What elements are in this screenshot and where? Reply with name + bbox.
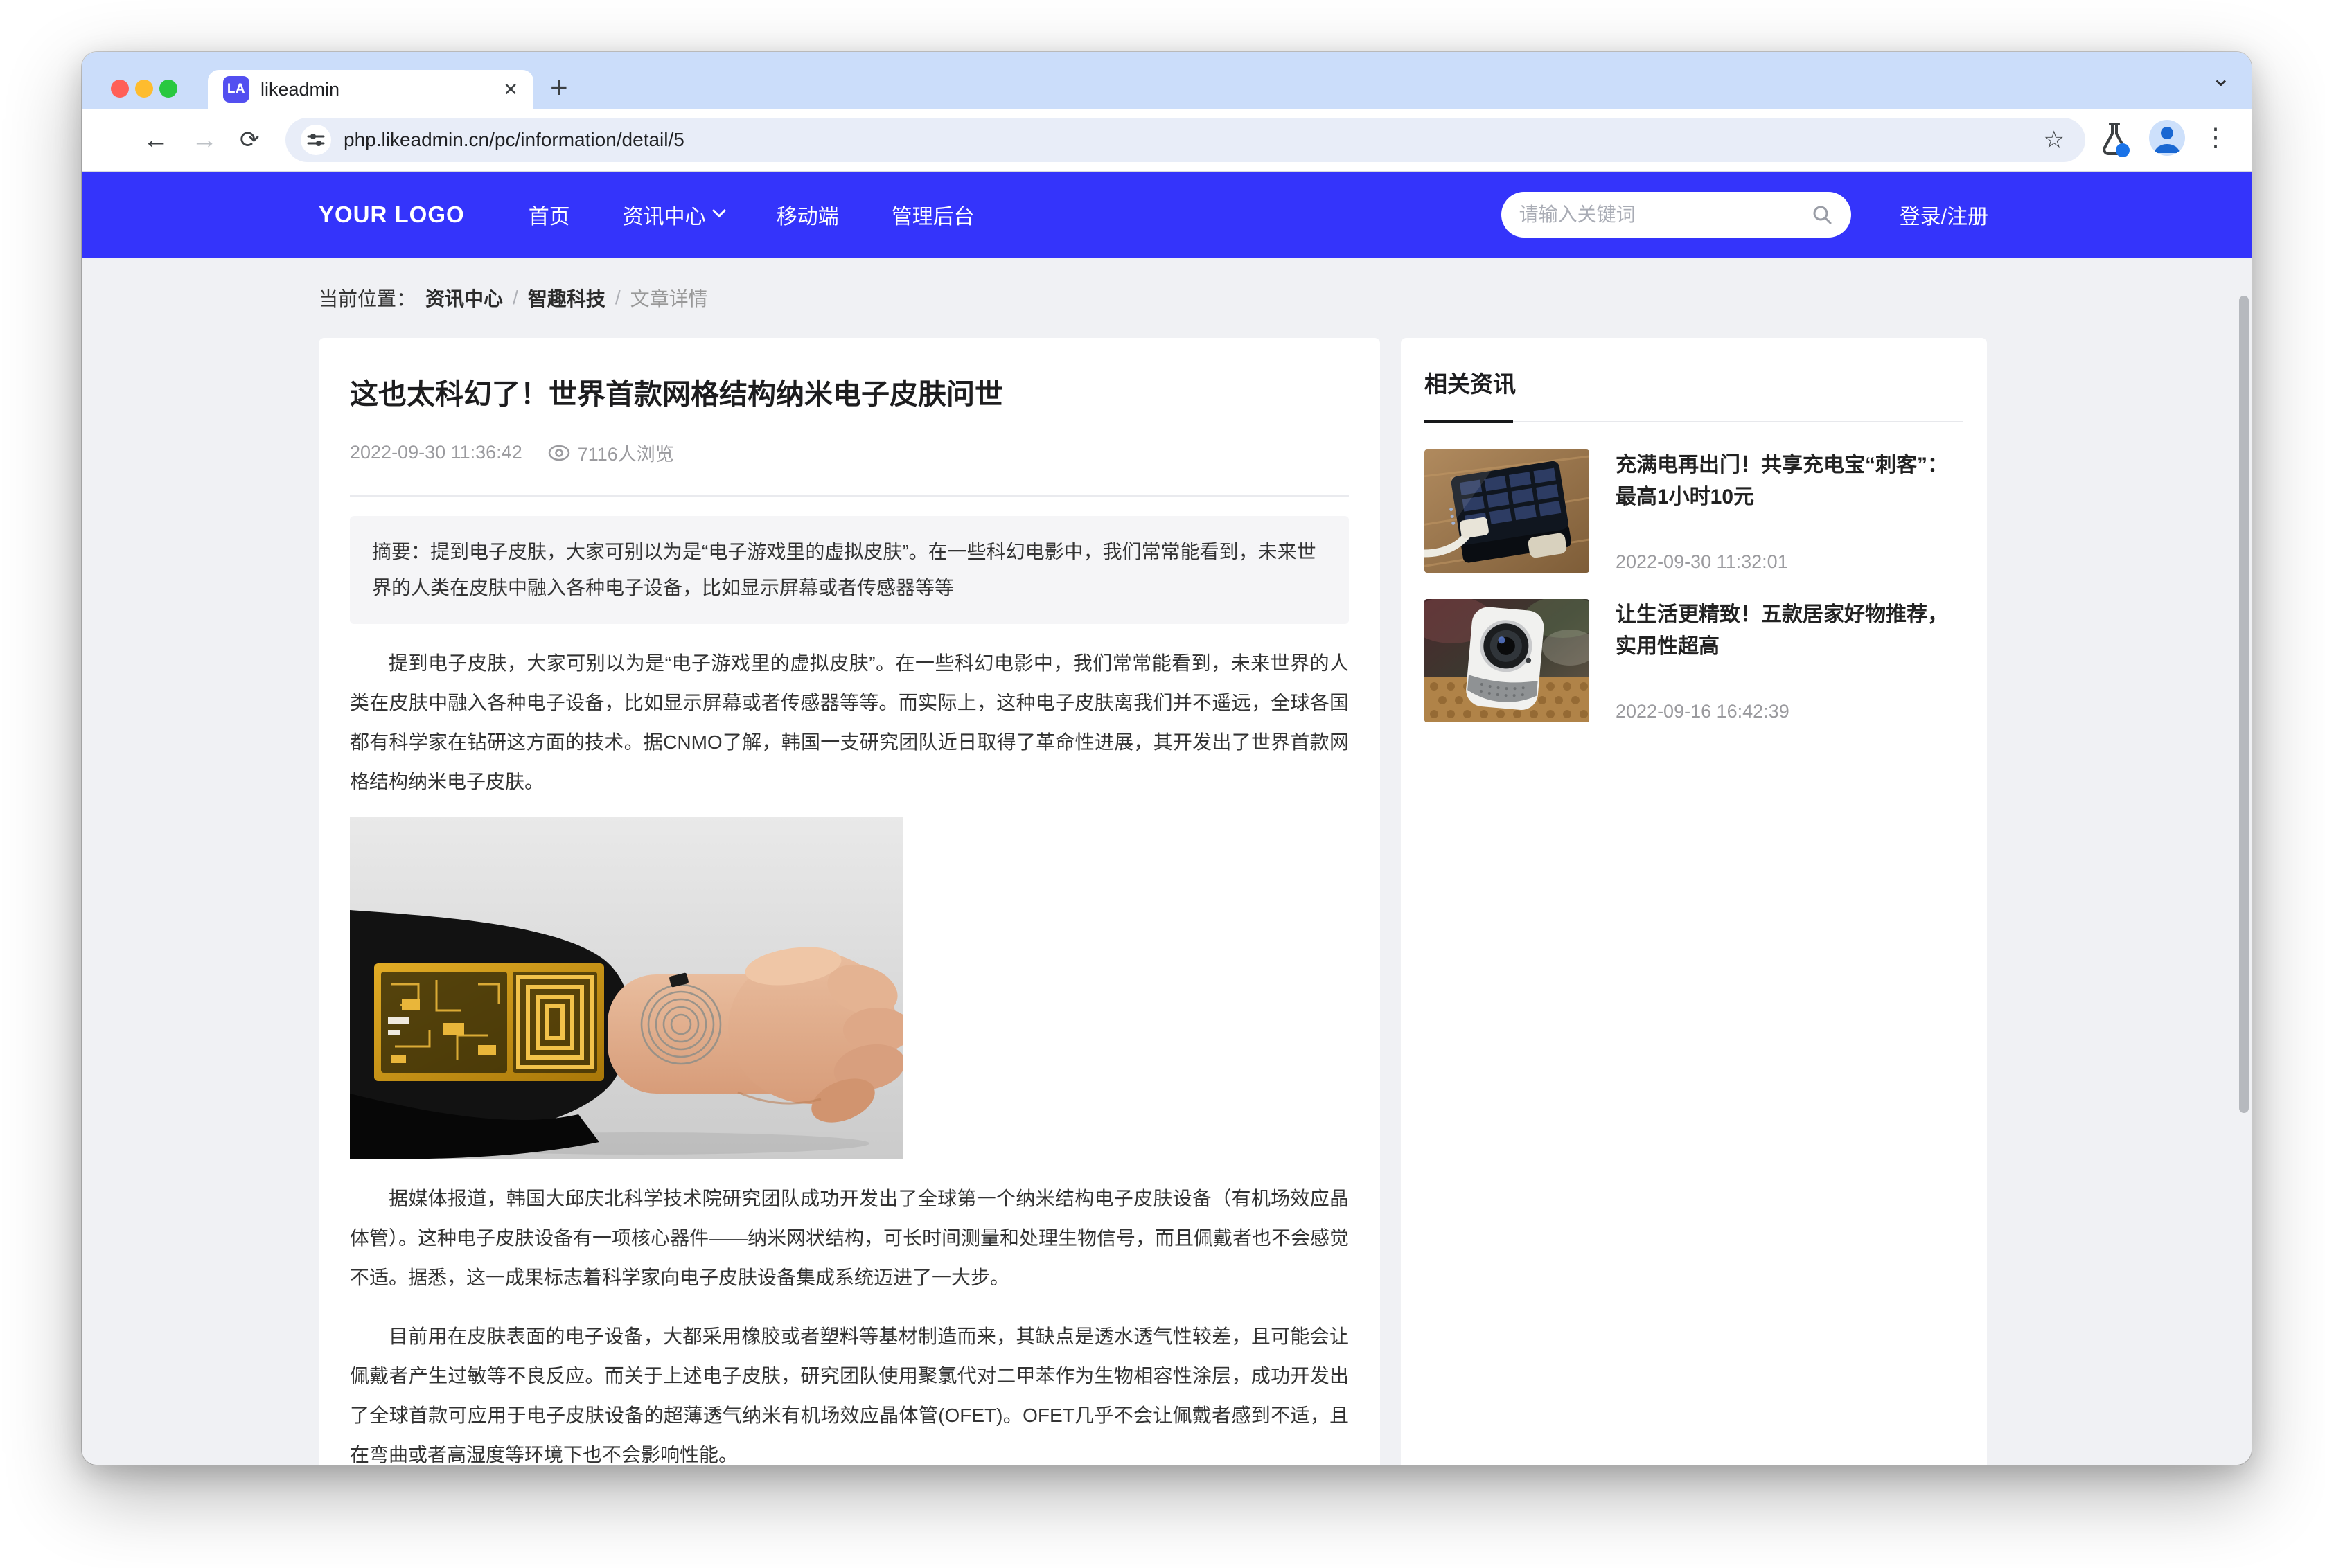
back-button[interactable]: ← bbox=[143, 121, 169, 159]
article-date: 2022-09-30 11:36:42 bbox=[350, 442, 522, 463]
browser-window: LA likeadmin ✕ + ⌄ ← → ⟳ bbox=[82, 52, 2252, 1465]
electronic-skin-photo bbox=[350, 817, 903, 1159]
tab-close-icon[interactable]: ✕ bbox=[503, 79, 518, 100]
article-paragraph: 目前用在皮肤表面的电子设备，大都采用橡胶或者塑料等基材制造而来，其缺点是透水透气… bbox=[350, 1317, 1349, 1465]
related-news-title: 相关资讯 bbox=[1424, 366, 1963, 399]
search-box[interactable] bbox=[1501, 192, 1851, 238]
tab-search-chevron-icon[interactable]: ⌄ bbox=[2211, 64, 2231, 92]
views-count: 7116人浏览 bbox=[578, 439, 674, 466]
browser-tab[interactable]: LA likeadmin ✕ bbox=[208, 70, 533, 109]
related-item-info: 让生活更精致！五款居家好物推荐，实用性超高 2022-09-16 16:42:3… bbox=[1616, 599, 1963, 722]
nav-links: 首页 资讯中心 移动端 管理后台 bbox=[529, 199, 975, 230]
url-bar[interactable]: php.likeadmin.cn/pc/information/detail/5… bbox=[285, 118, 2085, 162]
article-image bbox=[350, 817, 903, 1159]
profile-avatar[interactable] bbox=[2149, 120, 2185, 156]
page-scrollbar[interactable] bbox=[2238, 292, 2249, 1465]
breadcrumb-item-information[interactable]: 资讯中心 bbox=[425, 284, 503, 312]
article-card: 这也太科幻了！世界首款网格结构纳米电子皮肤问世 2022-09-30 11:36… bbox=[319, 338, 1380, 1465]
site-navbar: YOUR LOGO 首页 资讯中心 移动端 管理后台 登录 bbox=[82, 172, 2252, 258]
desktop: LA likeadmin ✕ + ⌄ ← → ⟳ bbox=[0, 0, 2325, 1568]
heading-rule-accent bbox=[1424, 420, 1513, 423]
related-item-date: 2022-09-30 11:32:01 bbox=[1616, 551, 1963, 573]
related-item-title[interactable]: 充满电再出门！共享充电宝“刺客”：最高1小时10元 bbox=[1616, 449, 1963, 513]
nav-item-home[interactable]: 首页 bbox=[529, 199, 570, 230]
scrollbar-thumb[interactable] bbox=[2239, 296, 2249, 1113]
bookmark-star-icon[interactable]: ☆ bbox=[2044, 126, 2070, 154]
breadcrumb-separator: / bbox=[615, 287, 621, 309]
tune-icon bbox=[307, 131, 325, 149]
experiments-beaker-icon[interactable] bbox=[2096, 120, 2132, 162]
nav-item-information-label: 资讯中心 bbox=[623, 199, 706, 230]
related-news-card: 相关资讯 bbox=[1401, 338, 1987, 1465]
traffic-minimize-button[interactable] bbox=[135, 80, 153, 98]
traffic-close-button[interactable] bbox=[111, 80, 129, 98]
related-item-date: 2022-09-16 16:42:39 bbox=[1616, 701, 1963, 722]
tab-favicon-icon: LA bbox=[223, 76, 249, 103]
search-input[interactable] bbox=[1519, 204, 1811, 226]
traffic-zoom-button[interactable] bbox=[159, 80, 177, 98]
browser-toolbar: ← → ⟳ php.likeadmin.cn/pc/information/de… bbox=[82, 109, 2252, 172]
nav-item-admin-label: 管理后台 bbox=[892, 199, 975, 230]
nav-item-mobile[interactable]: 移动端 bbox=[777, 199, 839, 230]
article-paragraph: 据媒体报道，韩国大邱庆北科学技术院研究团队成功开发出了全球第一个纳米结构电子皮肤… bbox=[350, 1179, 1349, 1297]
site-info-icon[interactable] bbox=[301, 125, 331, 155]
nav-item-information-center[interactable]: 资讯中心 bbox=[623, 199, 724, 230]
divider bbox=[350, 495, 1349, 497]
article-meta: 2022-09-30 11:36:42 7116人浏览 bbox=[350, 439, 1349, 466]
tab-strip: LA likeadmin ✕ + ⌄ bbox=[82, 52, 2252, 109]
menu-kebab-icon[interactable]: ⋮ bbox=[2203, 123, 2228, 152]
heading-rule bbox=[1424, 420, 1963, 423]
nav-item-home-label: 首页 bbox=[529, 199, 570, 230]
url-text: php.likeadmin.cn/pc/information/detail/5 bbox=[344, 129, 2031, 151]
article-title: 这也太科幻了！世界首款网格结构纳米电子皮肤问世 bbox=[350, 374, 1349, 414]
related-thumbnail-projector bbox=[1424, 599, 1589, 722]
related-item[interactable]: 充满电再出门！共享充电宝“刺客”：最高1小时10元 2022-09-30 11:… bbox=[1424, 449, 1963, 573]
views-group: 7116人浏览 bbox=[547, 439, 674, 466]
breadcrumb-item-category[interactable]: 智趣科技 bbox=[528, 284, 605, 312]
webpage-viewport: YOUR LOGO 首页 资讯中心 移动端 管理后台 登录 bbox=[82, 172, 2252, 1465]
forward-button[interactable]: → bbox=[191, 121, 218, 159]
breadcrumb-label: 当前位置： bbox=[319, 284, 416, 312]
related-thumbnail-powerbank bbox=[1424, 449, 1589, 573]
tab-title: likeadmin bbox=[260, 79, 492, 100]
breadcrumb-separator: / bbox=[513, 287, 518, 309]
reload-button[interactable]: ⟳ bbox=[240, 121, 260, 159]
search-icon[interactable] bbox=[1811, 204, 1833, 226]
nav-item-mobile-label: 移动端 bbox=[777, 199, 839, 230]
chevron-down-icon bbox=[712, 204, 726, 217]
article-paragraph: 提到电子皮肤，大家可别以为是“电子游戏里的虚拟皮肤”。在一些科幻电影中，我们常常… bbox=[350, 643, 1349, 801]
related-item[interactable]: 让生活更精致！五款居家好物推荐，实用性超高 2022-09-16 16:42:3… bbox=[1424, 599, 1963, 722]
login-register-link[interactable]: 登录/注册 bbox=[1900, 199, 1988, 230]
nav-item-admin[interactable]: 管理后台 bbox=[892, 199, 975, 230]
article-summary: 摘要：提到电子皮肤，大家可别以为是“电子游戏里的虚拟皮肤”。在一些科幻电影中，我… bbox=[350, 516, 1349, 624]
site-logo[interactable]: YOUR LOGO bbox=[319, 202, 465, 228]
related-item-title[interactable]: 让生活更精致！五款居家好物推荐，实用性超高 bbox=[1616, 599, 1963, 663]
navbar-container: YOUR LOGO 首页 资讯中心 移动端 管理后台 登录 bbox=[319, 192, 1988, 238]
eye-icon bbox=[547, 445, 571, 461]
breadcrumb: 当前位置： 资讯中心 / 智趣科技 / 文章详情 bbox=[319, 258, 2252, 338]
new-tab-button[interactable]: + bbox=[550, 69, 568, 107]
breadcrumb-item-current: 文章详情 bbox=[630, 284, 708, 312]
content-row: 这也太科幻了！世界首款网格结构纳米电子皮肤问世 2022-09-30 11:36… bbox=[319, 338, 1988, 1465]
heading-rule-track bbox=[1513, 421, 1963, 422]
related-item-info: 充满电再出门！共享充电宝“刺客”：最高1小时10元 2022-09-30 11:… bbox=[1616, 449, 1963, 573]
